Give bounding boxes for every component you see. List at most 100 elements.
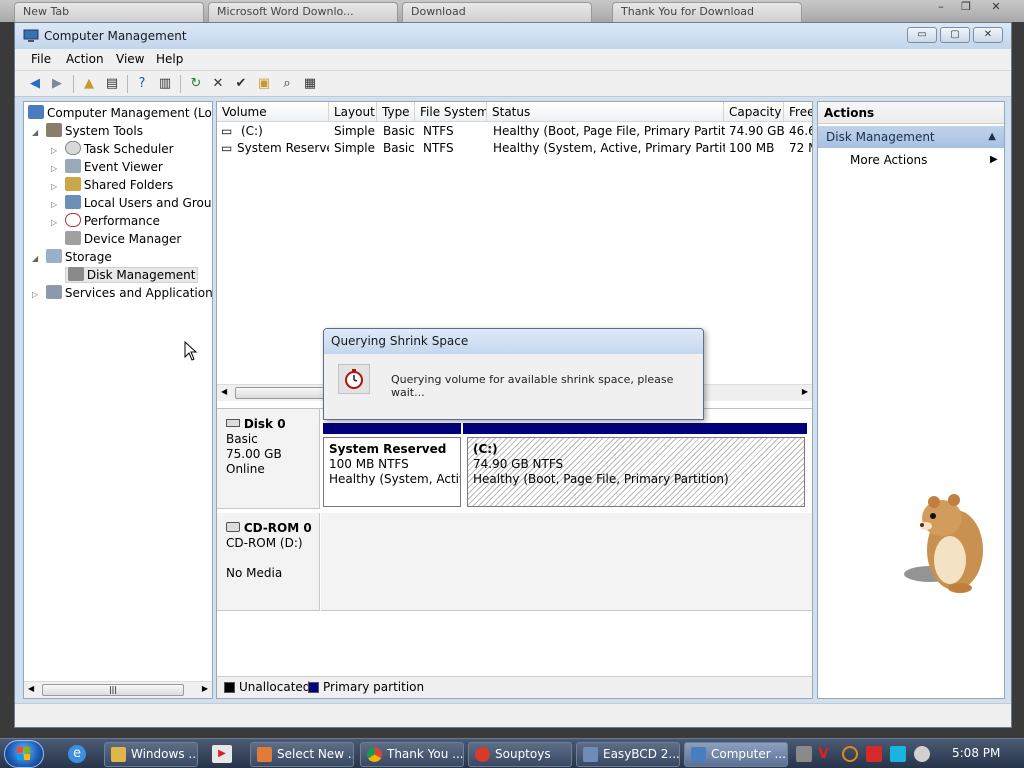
scroll-left-icon[interactable]: ◀ xyxy=(221,387,227,396)
scrollbar-thumb[interactable]: ||| xyxy=(42,684,184,696)
tree-item-label: Performance xyxy=(83,214,160,228)
column-free[interactable]: Free xyxy=(784,102,812,122)
refresh-icon[interactable]: ↻ xyxy=(186,74,206,94)
navigation-tree: Computer Management (Local ◢ System Tool… xyxy=(23,101,213,699)
toolbar-separator xyxy=(180,75,181,93)
taskbar-item-thank-you[interactable]: Thank You ... xyxy=(360,742,464,767)
back-arrow-icon[interactable]: ◀ xyxy=(25,74,45,94)
partition-header-system-reserved xyxy=(323,423,461,434)
column-capacity[interactable]: Capacity xyxy=(724,102,784,122)
stopwatch-icon xyxy=(338,364,370,394)
scrollbar-thumb[interactable] xyxy=(235,387,330,399)
browser-tab[interactable]: New Tab xyxy=(14,2,204,22)
menu-file[interactable]: File xyxy=(31,52,51,66)
up-folder-icon[interactable]: ▲ xyxy=(79,74,99,94)
column-status[interactable]: Status xyxy=(487,102,724,122)
scroll-right-icon[interactable]: ▶ xyxy=(802,387,808,396)
scroll-left-icon[interactable]: ◀ xyxy=(28,684,34,693)
tray-volume-icon[interactable] xyxy=(914,746,930,762)
browser-tab[interactable]: Microsoft Word Downlo... xyxy=(208,2,398,22)
browser-minimize-button[interactable]: – xyxy=(930,0,952,16)
start-button[interactable] xyxy=(4,740,44,768)
taskbar-item-souptoys[interactable]: Souptoys xyxy=(468,742,572,767)
partition-system-reserved[interactable]: System Reserved 100 MB NTFS Healthy (Sys… xyxy=(323,437,461,507)
menu-action[interactable]: Action xyxy=(66,52,104,66)
hamster-mascot-icon[interactable] xyxy=(900,488,996,598)
toolbar-separator xyxy=(127,75,128,93)
tree-horizontal-scrollbar[interactable]: ◀ ||| ▶ xyxy=(24,681,212,698)
status-bar xyxy=(15,703,1011,727)
disk-state: No Media xyxy=(226,566,283,580)
close-button[interactable]: ✕ xyxy=(973,27,1003,43)
cell-layout: Simple xyxy=(334,141,375,155)
tray-gear-icon[interactable] xyxy=(796,746,812,762)
clock[interactable]: 5:08 PM xyxy=(952,746,1000,760)
show-hide-action-pane-icon[interactable]: ▥ xyxy=(155,74,175,94)
column-layout[interactable]: Layout xyxy=(329,102,377,122)
open-folder-icon[interactable]: ▣ xyxy=(254,74,274,94)
tree-item-shared-folders[interactable]: ▷ Shared Folders xyxy=(51,176,173,194)
column-file-system[interactable]: File System xyxy=(415,102,487,122)
tray-search-icon[interactable] xyxy=(842,746,858,762)
taskbar-item-computer-management[interactable]: Computer ... xyxy=(684,742,788,767)
column-type[interactable]: Type xyxy=(377,102,415,122)
taskbar-item-select-new[interactable]: Select New ... xyxy=(250,742,354,767)
tree-item-device-manager[interactable]: Device Manager xyxy=(51,230,181,248)
tree-item-local-users-and-groups[interactable]: ▷ Local Users and Groups xyxy=(51,194,212,212)
expanded-arrow-icon[interactable]: ◢ xyxy=(32,250,42,268)
disk-type: Basic xyxy=(226,432,258,446)
browser-close-button[interactable]: ✕ xyxy=(985,0,1007,16)
submenu-arrow-icon[interactable]: ▶ xyxy=(990,154,998,165)
partition-name: (C:) xyxy=(473,442,498,456)
more-actions-link[interactable]: More Actions xyxy=(850,152,927,168)
tree-item-event-viewer[interactable]: ▷ Event Viewer xyxy=(51,158,163,176)
tree-item-computer-management[interactable]: Computer Management (Local xyxy=(28,104,212,122)
tray-network-icon[interactable] xyxy=(890,746,906,762)
tray-flag-icon[interactable] xyxy=(866,746,882,762)
show-hide-tree-icon[interactable]: ▤ xyxy=(102,74,122,94)
taskbar-item-easybcd[interactable]: EasyBCD 2.... xyxy=(576,742,680,767)
cdrom-0-label[interactable]: CD-ROM 0 CD-ROM (D:) No Media xyxy=(217,513,320,611)
partition-c[interactable]: (C:) 74.90 GB NTFS Healthy (Boot, Page F… xyxy=(467,437,805,507)
partition-name: System Reserved xyxy=(329,442,447,456)
browser-tab[interactable]: Download xyxy=(402,2,592,22)
scroll-right-icon[interactable]: ▶ xyxy=(202,684,208,693)
minimize-button[interactable]: ▭ xyxy=(907,27,937,43)
browser-restore-button[interactable]: ❐ xyxy=(955,0,977,16)
delete-icon[interactable]: ✕ xyxy=(208,74,228,94)
column-volume[interactable]: Volume xyxy=(217,102,329,122)
tree-item-system-tools[interactable]: ◢ System Tools xyxy=(32,122,143,140)
media-player-icon[interactable]: ▶ xyxy=(212,745,232,763)
menu-view[interactable]: View xyxy=(116,52,144,66)
dialog-body: Querying volume for available shrink spa… xyxy=(324,354,703,419)
tree-item-disk-management[interactable]: Disk Management xyxy=(51,266,199,284)
tree-item-performance[interactable]: ▷ Performance xyxy=(51,212,160,230)
menu-help[interactable]: Help xyxy=(156,52,183,66)
partition-size: 100 MB NTFS xyxy=(329,457,409,471)
cell-capacity: 74.90 GB xyxy=(729,124,784,138)
stopwatch-graphic xyxy=(345,369,363,389)
expanded-arrow-icon[interactable]: ◢ xyxy=(32,124,42,142)
tree-item-label: Task Scheduler xyxy=(83,142,174,156)
tree-item-storage[interactable]: ◢ Storage xyxy=(32,248,112,266)
taskbar-item-windows[interactable]: Windows ... xyxy=(104,742,198,767)
settings-icon[interactable]: ▦ xyxy=(300,74,320,94)
collapse-arrow-icon[interactable]: ▲ xyxy=(988,126,996,148)
dialog-title[interactable]: Querying Shrink Space xyxy=(324,329,703,354)
search-icon[interactable]: ⌕ xyxy=(277,74,297,94)
internet-explorer-icon[interactable]: e xyxy=(68,745,86,763)
maximize-button[interactable]: ▢ xyxy=(940,27,970,43)
disk-graphical-view: Disk 0 Basic 75.00 GB Online System Rese… xyxy=(217,408,812,678)
cdrom-icon xyxy=(226,522,240,532)
properties-icon[interactable]: ✔ xyxy=(231,74,251,94)
browser-tab[interactable]: Thank You for Download xyxy=(612,2,802,22)
collapsed-arrow-icon[interactable]: ▷ xyxy=(32,286,42,304)
tree-item-services-and-applications[interactable]: ▷ Services and Applications xyxy=(32,284,212,304)
disk-0-label[interactable]: Disk 0 Basic 75.00 GB Online xyxy=(217,409,320,509)
tray-v-icon[interactable]: V xyxy=(818,746,834,762)
actions-section-disk-management[interactable]: Disk Management ▲ xyxy=(818,126,1004,148)
tree-item-task-scheduler[interactable]: ▷ Task Scheduler xyxy=(51,140,174,158)
title-bar[interactable]: Computer Management ▭ ▢ ✕ xyxy=(15,23,1011,49)
help-icon[interactable]: ? xyxy=(132,74,152,94)
forward-arrow-icon[interactable]: ▶ xyxy=(47,74,67,94)
